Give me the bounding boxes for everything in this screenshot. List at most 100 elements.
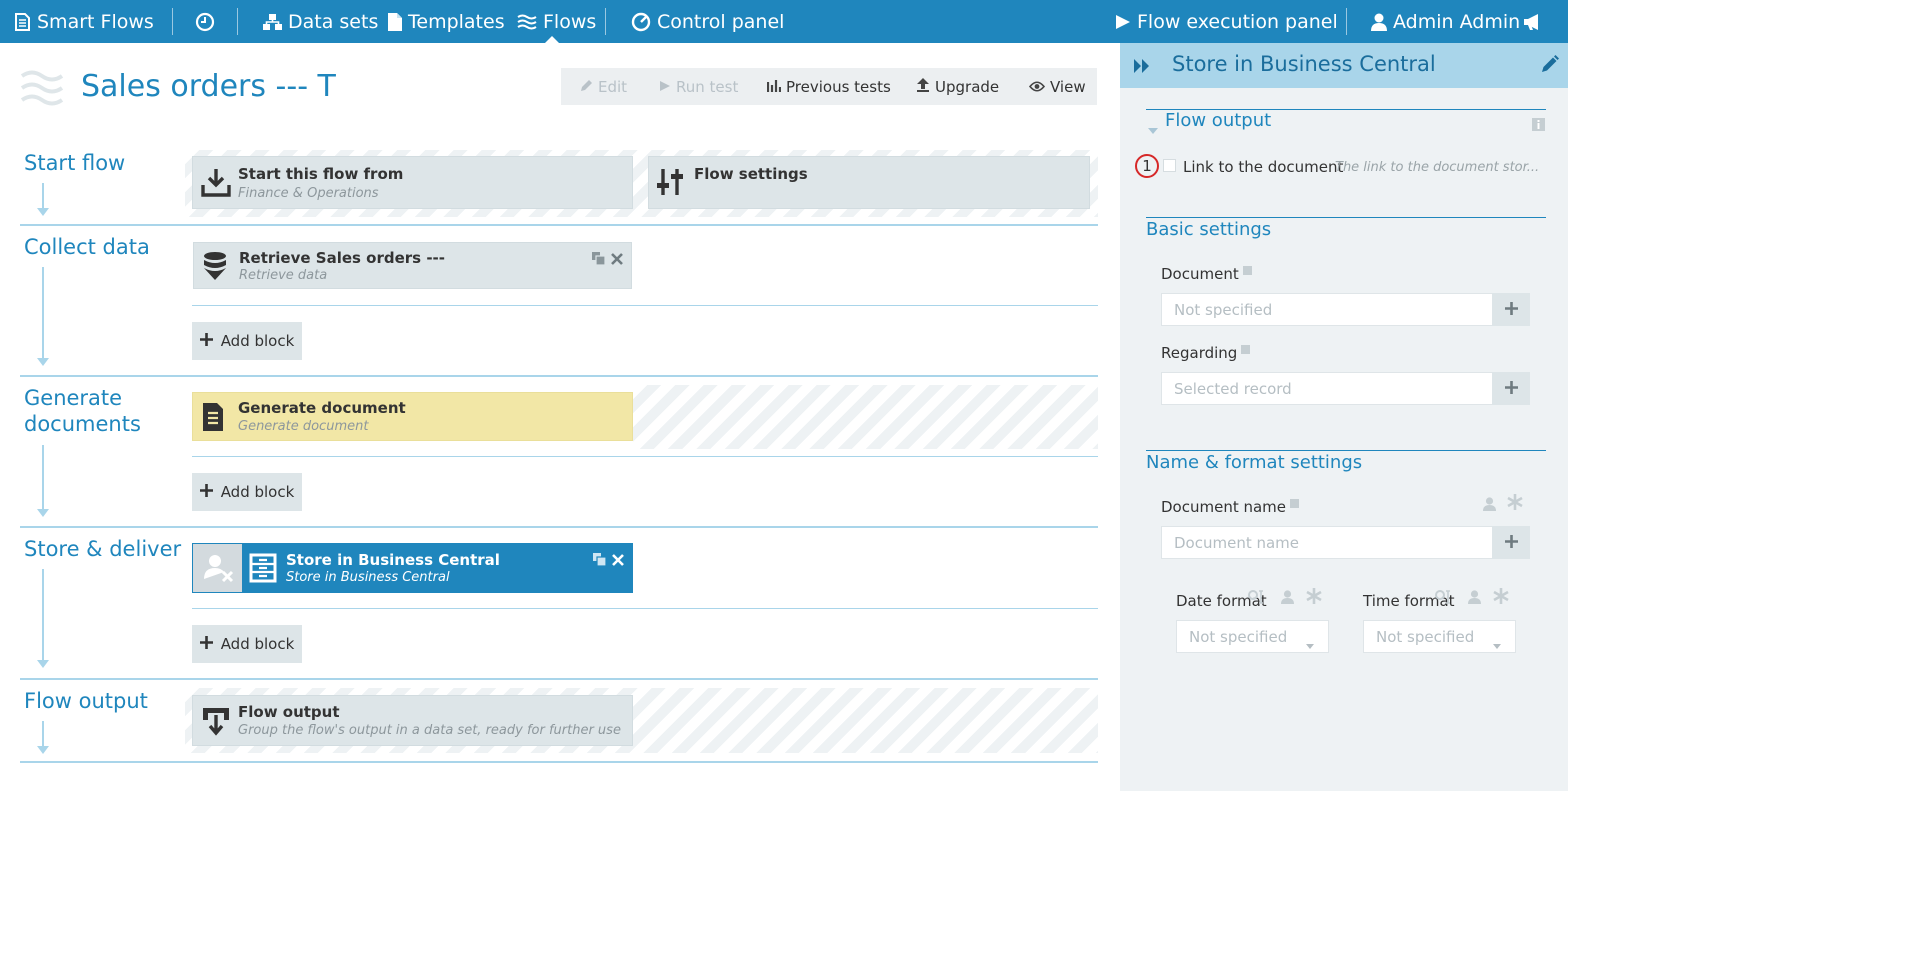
section-title-flow-output: Flow output [1165,110,1272,131]
block-title: Store in Business Central [286,551,500,569]
user-menu[interactable]: Admin Admin [1371,0,1520,43]
text-cursor-icon[interactable] [1248,589,1266,609]
stage-arrow [37,208,49,216]
stage-connector [42,569,44,660]
block-title: Retrieve Sales orders --- [239,249,446,267]
regarding-field[interactable]: Selected record [1161,372,1493,405]
nav-divider [605,8,606,35]
stage-label-store: Store & deliver [24,537,182,561]
document-add-button[interactable] [1492,293,1530,326]
edit-title-icon[interactable] [1541,55,1559,77]
stage-arrow [37,660,49,668]
document-lines-icon [201,403,225,435]
info-icon [1242,266,1252,275]
play-icon [659,78,671,96]
block-subtitle: Retrieve data [239,268,328,283]
sitemap-icon [263,13,282,31]
stage-connector [42,183,44,208]
asterisk-icon[interactable] [1306,588,1322,608]
previous-tests-button[interactable]: Previous tests [766,68,891,105]
user-field-icon[interactable] [1468,589,1481,608]
date-format-select[interactable]: Not specified [1176,620,1329,653]
section-divider [1146,217,1546,218]
waves-icon [517,14,537,30]
stage-divider [20,526,1098,528]
block-subtitle: Group the flow's output in a data set, r… [238,723,621,738]
copy-icon[interactable] [592,250,606,269]
nav-control-panel-label: Control panel [657,10,785,33]
upgrade-button[interactable]: Upgrade [916,68,999,105]
section-divider [1146,450,1546,451]
block-title: Flow output [238,703,340,721]
close-icon[interactable] [611,250,623,269]
start-flow-block[interactable]: Start this flow from Finance & Operation… [192,156,633,209]
section-title-name-format: Name & format settings [1146,452,1363,473]
retrieve-data-block[interactable]: Retrieve Sales orders --- Retrieve data [193,242,632,289]
regarding-add-button[interactable] [1492,372,1530,405]
eye-icon [1028,78,1046,96]
block-title: Generate document [238,399,406,417]
time-format-value: Not specified [1376,627,1475,646]
run-test-button[interactable]: Run test [659,68,738,105]
edit-label: Edit [598,77,628,96]
add-block-button[interactable]: Add block [192,322,302,360]
upgrade-label: Upgrade [935,77,1000,96]
flow-execution-panel-button[interactable]: Flow execution panel [1115,0,1338,43]
announcements-button[interactable] [1523,0,1543,43]
copy-icon[interactable] [593,551,607,570]
plus-icon [199,332,213,350]
active-nav-indicator [545,36,559,43]
play-icon [1115,14,1131,30]
generate-document-block[interactable]: Generate document Generate document [192,392,633,441]
user-remove-icon [193,544,242,592]
history-button[interactable] [195,0,215,43]
stage-divider [20,375,1098,377]
nav-divider [237,8,238,35]
add-block-button[interactable]: Add block [192,625,302,663]
plus-icon [1504,533,1518,552]
nav-control-panel[interactable]: Control panel [631,0,784,43]
clock-icon [195,12,215,32]
add-block-button[interactable]: Add block [192,473,302,511]
close-icon[interactable] [612,551,624,570]
flow-output-block[interactable]: Flow output Group the flow's output in a… [192,695,633,746]
view-button[interactable]: View [1028,68,1086,105]
step-badge: 1 [1135,154,1159,178]
stage-arrow [37,358,49,366]
user-field-icon[interactable] [1281,589,1294,608]
document-stack-icon [14,12,31,31]
block-title: Flow settings [694,165,808,183]
document-label: Document [1161,265,1252,283]
document-field[interactable]: Not specified [1161,293,1493,326]
block-settings-panel: Store in Business Central Flow output 1 … [1120,43,1568,791]
stage-connector [42,267,44,358]
brand-link[interactable]: Smart Flows [14,0,154,43]
flow-editor: Sales orders --- T Edit Run test Previou… [0,43,1120,791]
document-name-add-button[interactable] [1492,526,1530,559]
previous-tests-label: Previous tests [786,77,891,96]
document-name-field[interactable]: Document name [1161,526,1493,559]
text-cursor-icon[interactable] [1435,589,1453,609]
link-to-document-checkbox[interactable] [1163,159,1176,172]
stage-label-collect: Collect data [24,235,150,259]
collapse-panel-icon[interactable] [1134,58,1150,77]
database-icon [202,251,228,285]
sliders-icon [657,167,683,201]
user-field-icon[interactable] [1483,496,1496,515]
plus-icon [199,483,213,501]
stage-label-output: Flow output [24,689,148,713]
stage-arrow [37,509,49,517]
asterisk-icon[interactable] [1493,588,1509,608]
gauge-icon [631,12,651,32]
nav-templates[interactable]: Templates [388,0,505,43]
edit-button[interactable]: Edit [580,68,627,105]
store-block[interactable]: Store in Business Central Store in Busin… [192,543,633,593]
time-format-select[interactable]: Not specified [1363,620,1516,653]
nav-datasets[interactable]: Data sets [263,0,378,43]
asterisk-icon[interactable] [1507,494,1523,514]
flow-waves-icon [20,69,64,111]
caret-down-icon[interactable] [1148,119,1158,138]
stage-background [633,385,1098,449]
flow-settings-block[interactable]: Flow settings [648,156,1090,209]
flow-execution-panel-label: Flow execution panel [1137,10,1338,33]
